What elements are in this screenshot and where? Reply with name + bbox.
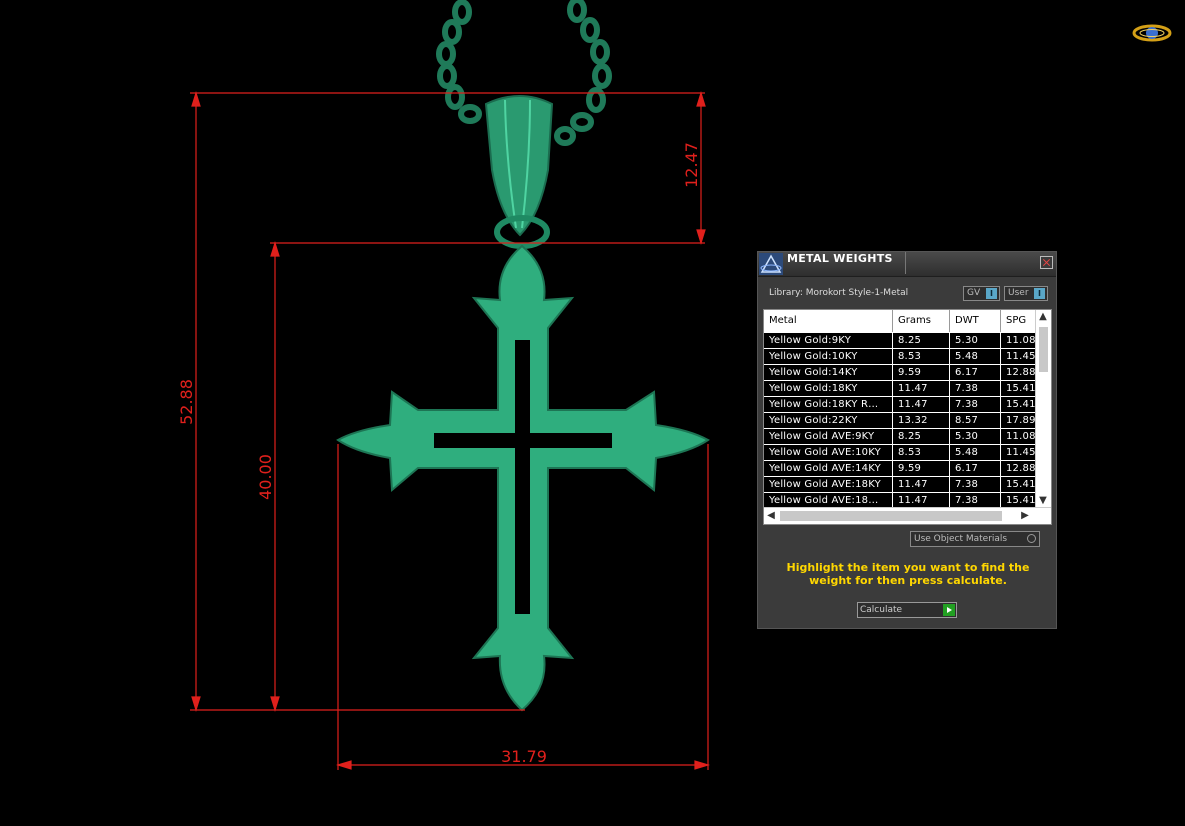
dwt-cell: 6.17 [950, 461, 1001, 476]
dwt-cell: 5.48 [950, 445, 1001, 460]
grams-cell: 11.47 [893, 397, 950, 412]
metal-name-cell: Yellow Gold AVE:10KY [764, 445, 893, 460]
grams-cell: 11.47 [893, 493, 950, 508]
grams-cell: 11.47 [893, 381, 950, 396]
table-row[interactable]: Yellow Gold AVE:9KY 8.25 5.30 11.08 [764, 429, 1036, 445]
metal-name-cell: Yellow Gold:9KY [764, 333, 893, 348]
close-icon[interactable] [1040, 256, 1053, 269]
spg-cell: 12.88 [1001, 461, 1036, 476]
spg-cell: 15.41 [1001, 493, 1036, 508]
table-row[interactable]: Yellow Gold AVE:18KY 11.47 7.38 15.41 [764, 477, 1036, 493]
grams-cell: 8.53 [893, 445, 950, 460]
table-row[interactable]: Yellow Gold:18KY R… 11.47 7.38 15.41 [764, 397, 1036, 413]
metal-name-cell: Yellow Gold:14KY [764, 365, 893, 380]
toggle-knob-icon: I [1034, 288, 1045, 299]
user-toggle[interactable]: User I [1004, 286, 1048, 301]
dim-bail-height: 12.47 [682, 142, 701, 188]
grams-cell: 13.32 [893, 413, 950, 428]
vertical-scrollbar[interactable]: ▲ ▼ [1035, 310, 1051, 508]
spg-cell: 11.08 [1001, 429, 1036, 444]
calculate-label: Calculate [860, 605, 903, 615]
dim-cross-height: 40.00 [256, 454, 275, 500]
metal-name-cell: Yellow Gold AVE:14KY [764, 461, 893, 476]
table-row[interactable]: Yellow Gold:9KY 8.25 5.30 11.08 [764, 333, 1036, 349]
play-icon [943, 604, 955, 616]
library-label: Library: Morokort Style-1-Metal [769, 288, 909, 298]
spg-cell: 12.88 [1001, 365, 1036, 380]
table-row[interactable]: Yellow Gold:14KY 9.59 6.17 12.88 [764, 365, 1036, 381]
spg-cell: 15.41 [1001, 397, 1036, 412]
dwt-cell: 5.30 [950, 429, 1001, 444]
grams-cell: 8.25 [893, 429, 950, 444]
dwt-cell: 5.48 [950, 349, 1001, 364]
table-row[interactable]: Yellow Gold:18KY 11.47 7.38 15.41 [764, 381, 1036, 397]
instruction-text: Highlight the item you want to find the … [786, 561, 1030, 587]
calculate-button[interactable]: Calculate [857, 602, 957, 618]
metal-name-cell: Yellow Gold:18KY [764, 381, 893, 396]
scroll-thumb[interactable] [1039, 327, 1048, 372]
metal-name-cell: Yellow Gold:22KY [764, 413, 893, 428]
matrix-logo-icon [759, 253, 783, 275]
scroll-thumb[interactable] [780, 511, 1002, 521]
table-row[interactable]: Yellow Gold AVE:10KY 8.53 5.48 11.45 [764, 445, 1036, 461]
dim-cross-width: 31.79 [501, 747, 547, 766]
use-object-materials-option[interactable]: Use Object Materials [910, 531, 1040, 547]
grams-cell: 9.59 [893, 461, 950, 476]
gv-toggle[interactable]: GV I [963, 286, 1000, 301]
grams-cell: 11.47 [893, 477, 950, 492]
table-header: Metal Grams DWT SPG [764, 310, 1036, 332]
use-object-materials-label: Use Object Materials [914, 534, 1008, 544]
metal-name-cell: Yellow Gold:10KY [764, 349, 893, 364]
brand-logo [1132, 24, 1172, 42]
column-header-spg[interactable]: SPG [1001, 310, 1036, 332]
chevron-left-icon[interactable]: ◀ [764, 509, 778, 523]
column-header-metal[interactable]: Metal [764, 310, 893, 332]
chevron-up-icon[interactable]: ▲ [1036, 310, 1050, 324]
dwt-cell: 7.38 [950, 397, 1001, 412]
table-row[interactable]: Yellow Gold:10KY 8.53 5.48 11.45 [764, 349, 1036, 365]
spg-cell: 17.89 [1001, 413, 1036, 428]
spg-cell: 11.45 [1001, 349, 1036, 364]
metal-name-cell: Yellow Gold:18KY R… [764, 397, 893, 412]
spg-cell: 11.45 [1001, 445, 1036, 460]
dwt-cell: 6.17 [950, 365, 1001, 380]
dwt-cell: 7.38 [950, 493, 1001, 508]
panel-titlebar[interactable]: METAL WEIGHTS [758, 252, 1056, 277]
chevron-down-icon[interactable]: ▼ [1036, 494, 1050, 508]
radio-icon[interactable] [1027, 534, 1036, 543]
metal-table[interactable]: Metal Grams DWT SPG Yellow Gold:9KY 8.25 5… [763, 309, 1052, 525]
grams-cell: 9.59 [893, 365, 950, 380]
metal-name-cell: Yellow Gold AVE:18KY [764, 477, 893, 492]
table-row[interactable]: Yellow Gold AVE:14KY 9.59 6.17 12.88 [764, 461, 1036, 477]
cross-pendant [336, 244, 710, 712]
dwt-cell: 8.57 [950, 413, 1001, 428]
horizontal-scrollbar[interactable]: ◀ ▶ [764, 507, 1051, 524]
metal-weights-panel: METAL WEIGHTS Library: Morokort Style-1-… [757, 251, 1057, 629]
chevron-right-icon[interactable]: ▶ [1018, 509, 1032, 523]
grams-cell: 8.25 [893, 333, 950, 348]
dwt-cell: 5.30 [950, 333, 1001, 348]
spg-cell: 11.08 [1001, 333, 1036, 348]
grams-cell: 8.53 [893, 349, 950, 364]
dim-total-height: 52.88 [177, 379, 196, 425]
spg-cell: 15.41 [1001, 477, 1036, 492]
panel-title: METAL WEIGHTS [787, 252, 906, 274]
user-toggle-label: User [1008, 288, 1029, 298]
toggle-knob-icon: I [986, 288, 997, 299]
dwt-cell: 7.38 [950, 477, 1001, 492]
metal-name-cell: Yellow Gold AVE:9KY [764, 429, 893, 444]
table-rows: Yellow Gold:9KY 8.25 5.30 11.08 Yellow Gold… [764, 333, 1036, 509]
gv-toggle-label: GV [967, 288, 981, 298]
pendant-bail [484, 95, 554, 249]
table-row[interactable]: Yellow Gold:22KY 13.32 8.57 17.89 [764, 413, 1036, 429]
dwt-cell: 7.38 [950, 381, 1001, 396]
column-header-grams[interactable]: Grams [893, 310, 950, 332]
metal-name-cell: Yellow Gold AVE:18… [764, 493, 893, 508]
spg-cell: 15.41 [1001, 381, 1036, 396]
column-header-dwt[interactable]: DWT [950, 310, 1001, 332]
